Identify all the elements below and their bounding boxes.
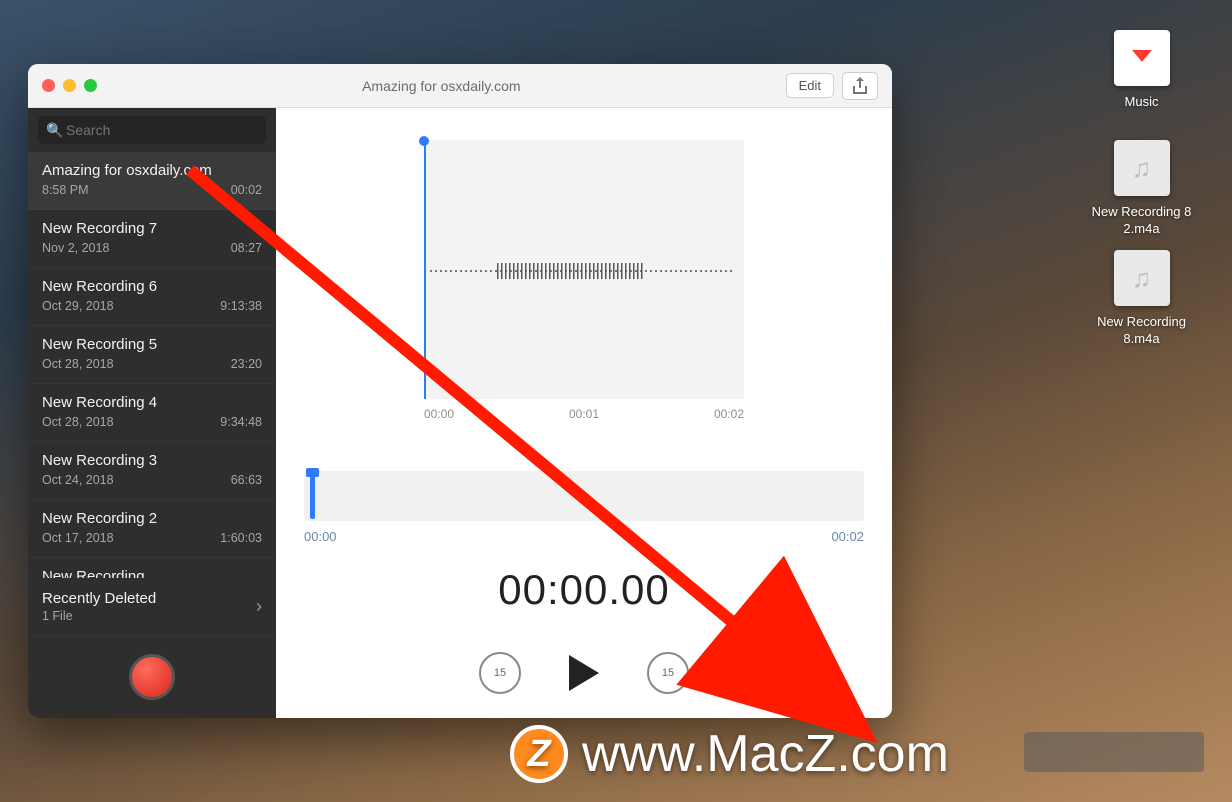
desktop-label: New Recording 8.m4a <box>1079 314 1204 348</box>
recording-date: Nov 2, 2018 <box>42 241 109 255</box>
recording-date: Oct 28, 2018 <box>42 357 114 371</box>
recording-item[interactable]: New Recording 4 Oct 28, 2018 9:34:48 <box>28 384 276 442</box>
share-button[interactable] <box>842 72 878 100</box>
recently-deleted-label: Recently Deleted <box>42 590 156 607</box>
scrubber-end-label: 00:02 <box>831 529 864 544</box>
scrubber-start-label: 00:00 <box>304 529 337 544</box>
playback-controls: 15 15 <box>479 652 689 694</box>
main-pane: 00:00 00:01 00:02 00:00 00:02 00:00.00 1… <box>276 108 892 718</box>
record-button[interactable] <box>129 654 175 700</box>
recording-duration: 08:27 <box>231 241 262 255</box>
waveform-icon <box>430 270 734 272</box>
maximize-icon[interactable] <box>84 79 97 92</box>
chevron-right-icon: › <box>256 596 262 617</box>
skip-forward-button[interactable]: 15 <box>647 652 689 694</box>
share-icon <box>852 77 868 95</box>
desktop-folder-music[interactable]: Music <box>1079 30 1204 111</box>
tick-label: 00:00 <box>424 407 454 421</box>
time-ticks: 00:00 00:01 00:02 <box>424 407 744 421</box>
recording-duration: 00:02 <box>231 183 262 197</box>
search-input[interactable] <box>38 116 266 144</box>
titlebar: Amazing for osxdaily.com Edit <box>28 64 892 108</box>
recording-item[interactable]: Amazing for osxdaily.com 8:58 PM 00:02 <box>28 152 276 210</box>
recording-date: 8:58 PM <box>42 183 89 197</box>
recording-duration: 9:34:48 <box>220 415 262 429</box>
playhead-line <box>424 140 426 399</box>
tick-label: 00:02 <box>714 407 744 421</box>
recording-title: New Recording 5 <box>42 336 262 353</box>
waveform-overview[interactable]: 00:00 00:01 00:02 <box>424 140 744 399</box>
audio-file-icon: ♫ <box>1114 140 1170 196</box>
watermark-text: www.MacZ.com <box>582 724 949 784</box>
tick-label: 00:01 <box>569 407 599 421</box>
recording-item[interactable]: New Recording 7 Nov 2, 2018 08:27 <box>28 210 276 268</box>
recording-title: Amazing for osxdaily.com <box>42 162 262 179</box>
voice-memos-window: Amazing for osxdaily.com Edit 🔍 Amazing … <box>28 64 892 718</box>
play-button[interactable] <box>569 655 599 691</box>
recording-duration: 1:60:03 <box>220 531 262 545</box>
search-icon: 🔍 <box>46 122 63 139</box>
watermark-badge-icon: Z <box>510 725 568 783</box>
recording-item[interactable]: New Recording 3 Oct 24, 2018 66:63 <box>28 442 276 500</box>
recording-title: New Recording 2 <box>42 510 262 527</box>
minimize-icon[interactable] <box>63 79 76 92</box>
recording-date: Oct 28, 2018 <box>42 415 114 429</box>
recording-date: Oct 17, 2018 <box>42 531 114 545</box>
recording-duration: 23:20 <box>231 357 262 371</box>
playback-time: 00:00.00 <box>498 566 670 614</box>
window-title: Amazing for osxdaily.com <box>97 78 786 94</box>
recording-duration: 66:63 <box>231 473 262 487</box>
desktop-file-rec8[interactable]: ♫ New Recording 8.m4a <box>1079 250 1204 348</box>
recording-title: New Recording <box>42 568 262 578</box>
desktop-file-rec82[interactable]: ♫ New Recording 8 2.m4a <box>1079 140 1204 238</box>
recording-item[interactable]: New Recording 2 Oct 17, 2018 1:60:03 <box>28 500 276 558</box>
recording-title: New Recording 3 <box>42 452 262 469</box>
audio-file-icon: ♫ <box>1114 250 1170 306</box>
desktop-dragged-file[interactable] <box>1024 732 1204 772</box>
recording-duration: 9:13:38 <box>220 299 262 313</box>
recording-item[interactable]: New Recording 6 Oct 29, 2018 9:13:38 <box>28 268 276 326</box>
scrubber-bar[interactable] <box>304 471 864 521</box>
recording-title: New Recording 7 <box>42 220 262 237</box>
close-icon[interactable] <box>42 79 55 92</box>
recently-deleted[interactable]: Recently Deleted 1 File › <box>28 578 276 636</box>
recording-title: New Recording 4 <box>42 394 262 411</box>
folder-icon <box>1114 30 1170 86</box>
recording-item[interactable]: New Recording 5 Oct 28, 2018 23:20 <box>28 326 276 384</box>
skip-back-button[interactable]: 15 <box>479 652 521 694</box>
watermark: Z www.MacZ.com <box>510 724 949 784</box>
recently-deleted-count: 1 File <box>42 609 156 623</box>
recordings-list[interactable]: Amazing for osxdaily.com 8:58 PM 00:02 New … <box>28 152 276 578</box>
sidebar: 🔍 Amazing for osxdaily.com 8:58 PM 00:02 Ne… <box>28 108 276 718</box>
recording-date: Oct 24, 2018 <box>42 473 114 487</box>
recording-item[interactable]: New RecordingOct 16, 201844:49 <box>28 558 276 578</box>
recording-title: New Recording 6 <box>42 278 262 295</box>
edit-button[interactable]: Edit <box>786 73 834 98</box>
desktop-label: Music <box>1079 94 1204 111</box>
scrubber-playhead-icon[interactable] <box>310 475 315 519</box>
recording-date: Oct 29, 2018 <box>42 299 114 313</box>
desktop-label: New Recording 8 2.m4a <box>1079 204 1204 238</box>
